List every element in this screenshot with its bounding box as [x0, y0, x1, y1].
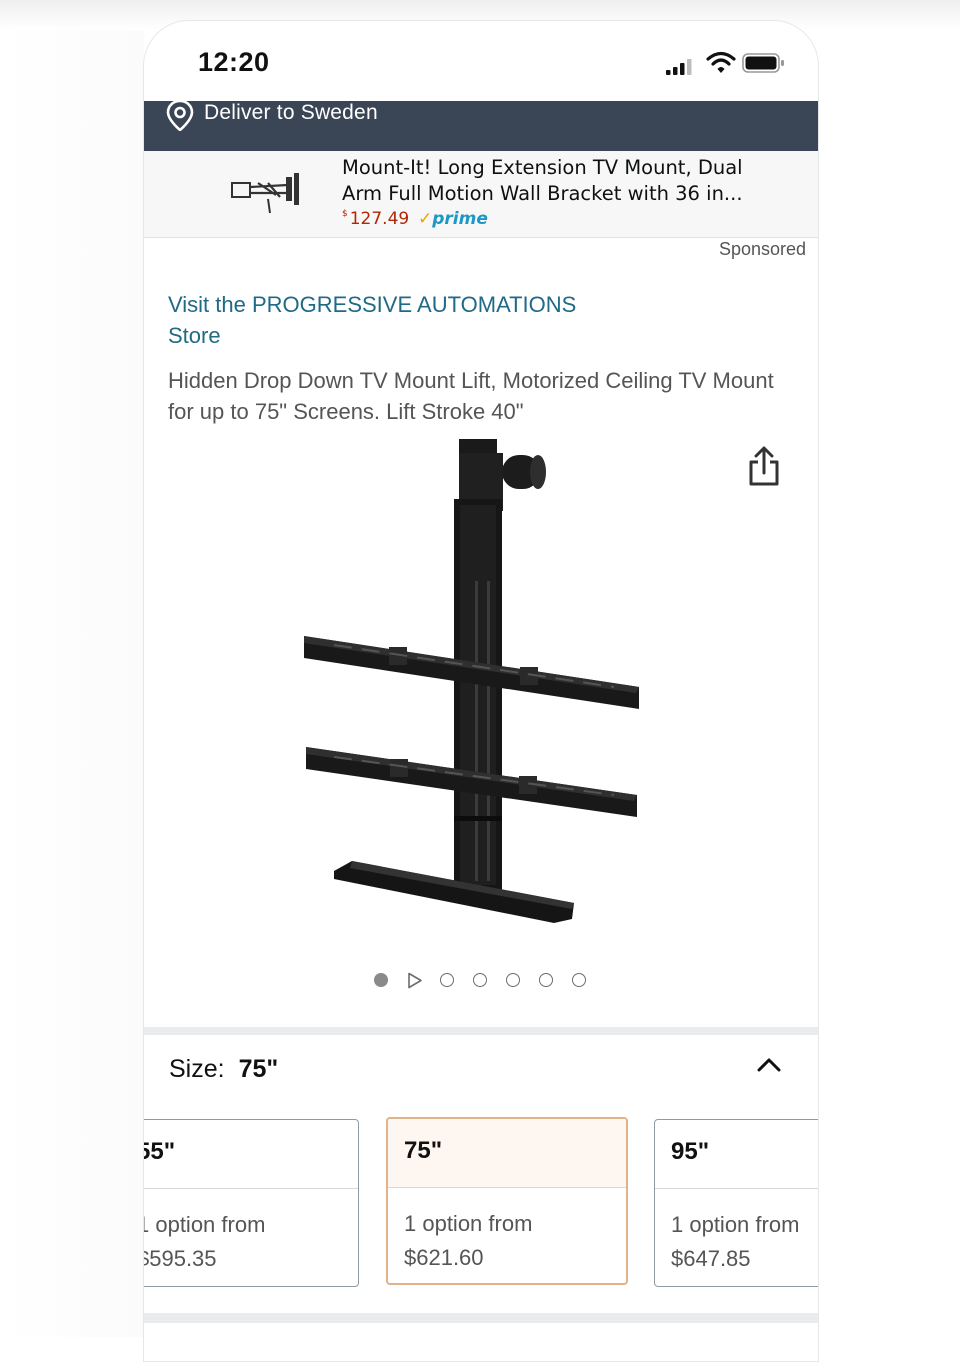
- ad-product-title[interactable]: Mount-It! Long Extension TV Mount, Dual …: [342, 155, 762, 207]
- size-option-price: 1 option from $621.60: [404, 1207, 532, 1275]
- prime-label: prime: [432, 209, 488, 229]
- size-option-amount: $621.60: [404, 1245, 484, 1270]
- cellular-signal-icon: [666, 59, 692, 75]
- share-icon[interactable]: [744, 445, 784, 489]
- phone-screen: 12:20 Deliver to Sweden Mount-It! Long E…: [143, 20, 819, 1362]
- deliver-location-text: Deliver to Sweden: [204, 101, 378, 124]
- battery-icon: [742, 53, 784, 73]
- sponsored-product-ad[interactable]: Mount-It! Long Extension TV Mount, Dual …: [144, 151, 818, 238]
- ad-price: $127.49: [342, 209, 409, 229]
- prime-badge: ✓prime: [418, 209, 488, 229]
- section-divider: [144, 1313, 818, 1323]
- carousel-dot[interactable]: [539, 973, 553, 987]
- carousel-dot[interactable]: [473, 973, 487, 987]
- size-option-95[interactable]: 95" 1 option from $647.85: [654, 1119, 818, 1287]
- product-title: Hidden Drop Down TV Mount Lift, Motorize…: [168, 368, 774, 424]
- background: [0, 0, 144, 1337]
- chevron-up-icon[interactable]: [756, 1057, 782, 1073]
- deliver-to-bar[interactable]: Deliver to Sweden: [144, 99, 818, 151]
- size-option-header: 95": [655, 1120, 818, 1189]
- size-option-size: 55": [144, 1138, 176, 1165]
- size-option-from: 1 option from: [671, 1212, 800, 1237]
- wifi-icon: [706, 51, 736, 73]
- store-link[interactable]: Visit the PROGRESSIVE AUTOMATIONS Store: [168, 289, 628, 351]
- sponsored-label[interactable]: Sponsored: [719, 239, 806, 260]
- ad-price-currency: $: [342, 209, 348, 219]
- location-pin-icon: [166, 99, 194, 131]
- ad-price-value: 127.49: [349, 209, 410, 229]
- play-icon[interactable]: [407, 972, 423, 989]
- size-option-55[interactable]: 55" 1 option from $595.35: [143, 1119, 359, 1287]
- prime-check-icon: ✓: [418, 209, 433, 229]
- status-bar: 12:20: [144, 21, 818, 101]
- product-image[interactable]: [304, 431, 654, 941]
- size-option-price: 1 option from $595.35: [143, 1208, 266, 1276]
- section-divider: [144, 1027, 818, 1035]
- size-selector-header[interactable]: Size: 75": [169, 1055, 278, 1084]
- size-option-size: 75": [404, 1137, 443, 1164]
- size-option-header: 55": [144, 1120, 358, 1189]
- size-option-header: 75": [388, 1119, 626, 1188]
- ad-product-thumbnail: [231, 173, 299, 214]
- size-option-from: 1 option from: [404, 1211, 533, 1236]
- carousel-dot[interactable]: [374, 973, 388, 987]
- size-option-from: 1 option from: [143, 1212, 266, 1237]
- size-option-size: 95": [671, 1138, 710, 1165]
- status-time: 12:20: [198, 47, 270, 77]
- size-option-amount: $595.35: [143, 1246, 217, 1271]
- carousel-dot[interactable]: [440, 973, 454, 987]
- size-option-amount: $647.85: [671, 1246, 751, 1271]
- carousel-dot[interactable]: [506, 973, 520, 987]
- size-option-price: 1 option from $647.85: [671, 1208, 799, 1276]
- size-option-75[interactable]: 75" 1 option from $621.60: [386, 1117, 628, 1285]
- size-label: Size:: [169, 1055, 225, 1083]
- carousel-dot[interactable]: [572, 973, 586, 987]
- selected-size: 75": [238, 1055, 279, 1083]
